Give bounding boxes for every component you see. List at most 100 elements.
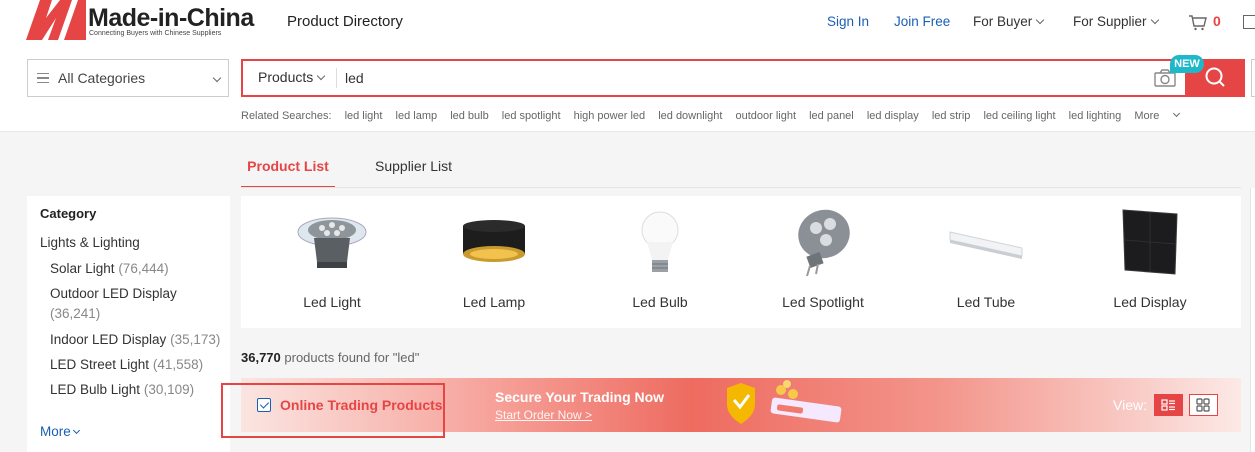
led-light-image [297,217,367,268]
results-summary: 36,770 products found for "led" [241,350,419,365]
results-count: 36,770 [241,350,281,365]
sidebar-parent-category[interactable]: Lights & Lighting [40,235,140,250]
sidebar-more-link[interactable]: More [40,424,80,439]
view-label: View: [1113,397,1147,413]
related-link[interactable]: led panel [809,110,854,122]
results-text: products found for "led" [284,350,420,365]
category-sidebar: Category Lights & Lighting Solar Light (… [27,196,230,452]
sidebar-item-count: (30,109) [143,382,195,397]
for-buyer-menu[interactable]: For Buyer [973,14,1045,29]
related-link[interactable]: led lighting [1069,110,1122,122]
online-trading-highlight [221,383,445,438]
chevron-down-icon [1150,15,1159,25]
sidebar-item-name: Indoor LED Display [50,332,167,347]
related-link[interactable]: led spotlight [502,110,561,122]
site-logo[interactable]: Made-in-China Connecting Buyers with Chi… [26,0,271,44]
cart-icon[interactable] [1188,12,1208,32]
related-more[interactable]: More [1134,109,1189,122]
tab-product-list[interactable]: Product List [241,148,335,188]
related-link[interactable]: led downlight [658,110,722,122]
led-bulb-image [641,211,679,272]
category-card[interactable]: Led Bulb [585,196,735,328]
related-link[interactable]: led light [345,110,383,122]
search-bar: Products [241,59,1245,97]
sidebar-item-name: Outdoor LED Display [50,286,177,301]
chevron-down-icon [212,73,222,83]
sidebar-item-count: (76,444) [118,261,169,276]
sidebar-item-name: LED Bulb Light [50,382,141,397]
logo-mark-icon [26,0,86,40]
logo-text: Made-in-China [88,4,254,32]
start-order-link[interactable]: Start Order Now > [495,408,592,422]
sidebar-item-count: (35,173) [170,332,221,347]
category-card[interactable]: Led Display [1075,196,1225,328]
sidebar-item-name: LED Street Light [50,357,150,372]
for-buyer-label: For Buyer [973,14,1033,29]
product-directory-link[interactable]: Product Directory [287,13,403,30]
chevron-down-icon [317,71,326,81]
related-link[interactable]: led strip [932,110,971,122]
category-card[interactable]: Led Spotlight [748,196,898,328]
category-panel: Led Light Led Lamp Led Bulb Led Spotligh… [241,196,1241,328]
related-link[interactable]: led display [867,110,919,122]
category-name: Led Light [303,294,361,310]
related-label: Related Searches: [241,110,332,122]
related-link[interactable]: high power led [574,110,646,122]
new-badge: NEW [1170,55,1204,73]
related-searches: Related Searches: led light led lamp led… [241,109,1199,122]
led-display-image [1122,209,1178,275]
chevron-down-icon [1173,109,1181,118]
right-panel-edge [1250,188,1255,452]
for-supplier-menu[interactable]: For Supplier [1073,14,1159,29]
sidebar-item[interactable]: LED Bulb Light (30,109) [50,380,225,400]
sidebar-item[interactable]: Solar Light (76,444) [50,259,225,279]
related-link[interactable]: led bulb [450,110,489,122]
list-view-button[interactable] [1154,394,1183,416]
sidebar-item[interactable]: Indoor LED Display (35,173) [50,330,225,350]
search-type-selector[interactable]: Products [258,69,326,85]
related-link[interactable]: led ceiling light [983,110,1055,122]
related-link[interactable]: led lamp [396,110,438,122]
grid-view-icon [1196,398,1210,412]
messages-icon[interactable] [1243,15,1255,29]
sidebar-title: Category [40,206,97,221]
all-categories-dropdown[interactable]: All Categories [27,59,229,97]
led-spotlight-image [798,209,850,277]
banner-title: Secure Your Trading Now [495,389,665,405]
divider [336,68,337,88]
category-card[interactable]: Led Tube [911,196,1061,328]
sidebar-item-count: (41,558) [152,357,204,372]
sidebar-item-count: (36,241) [50,306,101,321]
cart-count: 0 [1213,13,1221,29]
category-name: Led Bulb [632,294,688,310]
for-supplier-label: For Supplier [1073,14,1147,29]
related-link[interactable]: outdoor light [735,110,796,122]
category-card[interactable]: Led Lamp [419,196,569,328]
chevron-down-icon [72,426,80,435]
all-categories-label: All Categories [58,70,146,86]
category-card[interactable]: Led Light [257,196,407,328]
logo-tagline: Connecting Buyers with Chinese Suppliers [89,30,222,37]
led-lamp-image [463,220,525,262]
category-name: Led Lamp [462,294,526,310]
search-input[interactable] [345,67,1125,89]
related-more-label: More [1134,110,1160,122]
tab-supplier-list[interactable]: Supplier List [375,148,452,188]
tabs-divider [241,187,1241,188]
grid-view-button[interactable] [1189,394,1218,416]
sidebar-item-name: Solar Light [50,261,115,276]
sidebar-item[interactable]: LED Street Light (41,558) [50,355,225,375]
top-bar: Made-in-China Connecting Buyers with Chi… [0,0,1255,48]
menu-icon [37,73,49,83]
list-view-icon [1161,399,1175,411]
sign-in-link[interactable]: Sign In [827,14,869,29]
sidebar-item[interactable]: Outdoor LED Display (36,241) [50,284,225,324]
shield-coins-icon [727,380,842,424]
category-name: Led Tube [956,294,1016,310]
led-tube-image [949,231,1023,259]
category-name: Led Spotlight [782,294,864,310]
join-free-link[interactable]: Join Free [894,14,950,29]
sidebar-more-label: More [40,424,71,439]
chevron-down-icon [1036,15,1045,25]
edge-panel [1251,59,1255,97]
